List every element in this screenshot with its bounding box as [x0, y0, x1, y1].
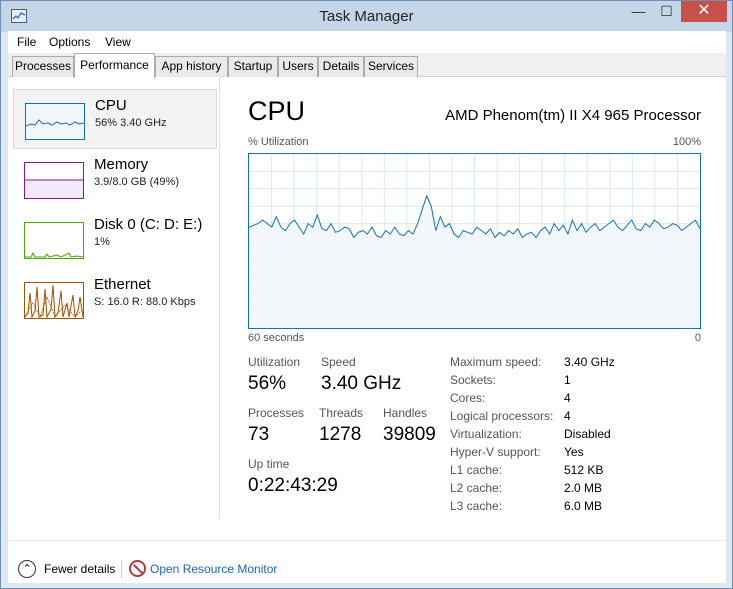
chevron-up-circle-icon[interactable]: ⌃	[18, 560, 36, 578]
speed-value: 3.40 GHz	[321, 373, 402, 394]
handles-value: 39809	[383, 424, 436, 445]
ethernet-thumbnail-graph	[24, 282, 84, 319]
sidebar-ethernet-usage: S: 16.0 R: 88.0 Kbps	[94, 296, 196, 308]
spec-value-cores: 4	[564, 391, 571, 405]
tab-details[interactable]: Details	[318, 56, 364, 77]
spec-value-l1-cache: 512 KB	[564, 463, 604, 477]
spec-label-l3-cache: L3 cache:	[450, 499, 503, 513]
spec-value-virtualization: Disabled	[564, 427, 611, 441]
threads-value: 1278	[319, 424, 362, 445]
spec-value-l2-cache: 2.0 MB	[564, 481, 603, 495]
title-bar[interactable]: Task Manager — ☐ ✕	[1, 1, 732, 32]
processes-value: 73	[248, 424, 270, 445]
performance-panel: CPU 56% 3.40 GHz Memory 3.9/8.0 GB (49%)…	[8, 77, 726, 583]
spec-value-max-speed: 3.40 GHz	[564, 355, 615, 369]
tab-performance[interactable]: Performance	[74, 53, 155, 78]
cpu-thumbnail-graph	[25, 103, 85, 140]
footer-bar: ⌃ Fewer details Open Resource Monitor	[8, 540, 726, 583]
sidebar-item-disk[interactable]: Disk 0 (C: D: E:) 1%	[13, 209, 217, 269]
spec-label-max-speed: Maximum speed:	[450, 355, 542, 369]
tab-strip: Processes Performance App history Startu…	[8, 53, 726, 78]
cpu-utilization-graph	[248, 153, 701, 329]
sidebar-item-memory[interactable]: Memory 3.9/8.0 GB (49%)	[13, 149, 217, 209]
client-area: File Options View Processes Performance …	[8, 31, 726, 583]
utilization-label: Utilization	[248, 355, 301, 369]
menu-options[interactable]: Options	[49, 35, 90, 49]
processor-name: AMD Phenom(tm) II X4 965 Processor	[445, 107, 701, 124]
uptime-label: Up time	[248, 457, 290, 471]
menu-file[interactable]: File	[17, 35, 36, 49]
fewer-details-button[interactable]: Fewer details	[44, 562, 115, 576]
menu-bar: File Options View	[8, 31, 726, 53]
graph-x-label: 60 seconds	[248, 332, 305, 344]
sidebar-cpu-name: CPU	[95, 97, 127, 114]
disk-thumbnail-graph	[24, 222, 84, 259]
sidebar-item-cpu[interactable]: CPU 56% 3.40 GHz	[13, 89, 217, 149]
cpu-detail-pane: CPU AMD Phenom(tm) II X4 965 Processor %…	[248, 77, 708, 519]
spec-value-sockets: 1	[564, 373, 571, 387]
spec-label-cores: Cores:	[450, 391, 486, 405]
sidebar-disk-usage: 1%	[94, 236, 110, 248]
cpu-graph-svg	[249, 154, 700, 328]
tab-users[interactable]: Users	[278, 56, 318, 77]
spec-label-virtualization: Virtualization:	[450, 427, 522, 441]
spec-label-hyperv: Hyper-V support:	[450, 445, 541, 459]
spec-label-l1-cache: L1 cache:	[450, 463, 503, 477]
tab-startup[interactable]: Startup	[228, 56, 278, 77]
minimize-button[interactable]: —	[625, 1, 652, 22]
processes-label: Processes	[248, 406, 305, 420]
detail-title: CPU	[248, 96, 306, 126]
spec-value-l3-cache: 6.0 MB	[564, 499, 603, 513]
close-button[interactable]: ✕	[681, 1, 727, 22]
sidebar-item-ethernet[interactable]: Ethernet S: 16.0 R: 88.0 Kbps	[13, 269, 217, 329]
sidebar-memory-name: Memory	[94, 156, 149, 173]
graph-y-max: 100%	[672, 136, 701, 148]
sidebar-memory-usage: 3.9/8.0 GB (49%)	[94, 176, 179, 188]
menu-view[interactable]: View	[105, 35, 131, 49]
task-manager-window: Task Manager — ☐ ✕ File Options View Pro…	[0, 0, 733, 589]
memory-thumbnail-graph	[24, 162, 84, 199]
open-resource-monitor-link[interactable]: Open Resource Monitor	[150, 562, 277, 576]
spec-label-l2-cache: L2 cache:	[450, 481, 503, 495]
maximize-button[interactable]: ☐	[653, 1, 680, 22]
resource-monitor-icon[interactable]	[129, 560, 146, 577]
utilization-value: 56%	[248, 373, 287, 394]
window-title: Task Manager	[319, 8, 414, 25]
speed-label: Speed	[321, 355, 356, 369]
spec-label-logical-processors: Logical processors:	[450, 409, 554, 423]
spec-label-sockets: Sockets:	[450, 373, 497, 387]
sidebar-disk-name: Disk 0 (C: D: E:)	[94, 216, 203, 233]
graph-y-label: % Utilization	[248, 136, 309, 148]
threads-label: Threads	[319, 406, 364, 420]
sidebar-ethernet-name: Ethernet	[94, 276, 151, 293]
uptime-value: 0:22:43:29	[248, 475, 338, 496]
tab-services[interactable]: Services	[364, 56, 418, 77]
sidebar-cpu-usage: 56% 3.40 GHz	[95, 117, 167, 129]
handles-label: Handles	[383, 406, 428, 420]
graph-x-min: 0	[694, 332, 701, 344]
spec-value-logical-processors: 4	[564, 409, 571, 423]
resource-sidebar: CPU 56% 3.40 GHz Memory 3.9/8.0 GB (49%)…	[8, 77, 220, 519]
tab-processes[interactable]: Processes	[12, 56, 74, 77]
spec-value-hyperv: Yes	[564, 445, 584, 459]
footer-separator	[121, 560, 122, 578]
tab-app-history[interactable]: App history	[155, 56, 228, 77]
